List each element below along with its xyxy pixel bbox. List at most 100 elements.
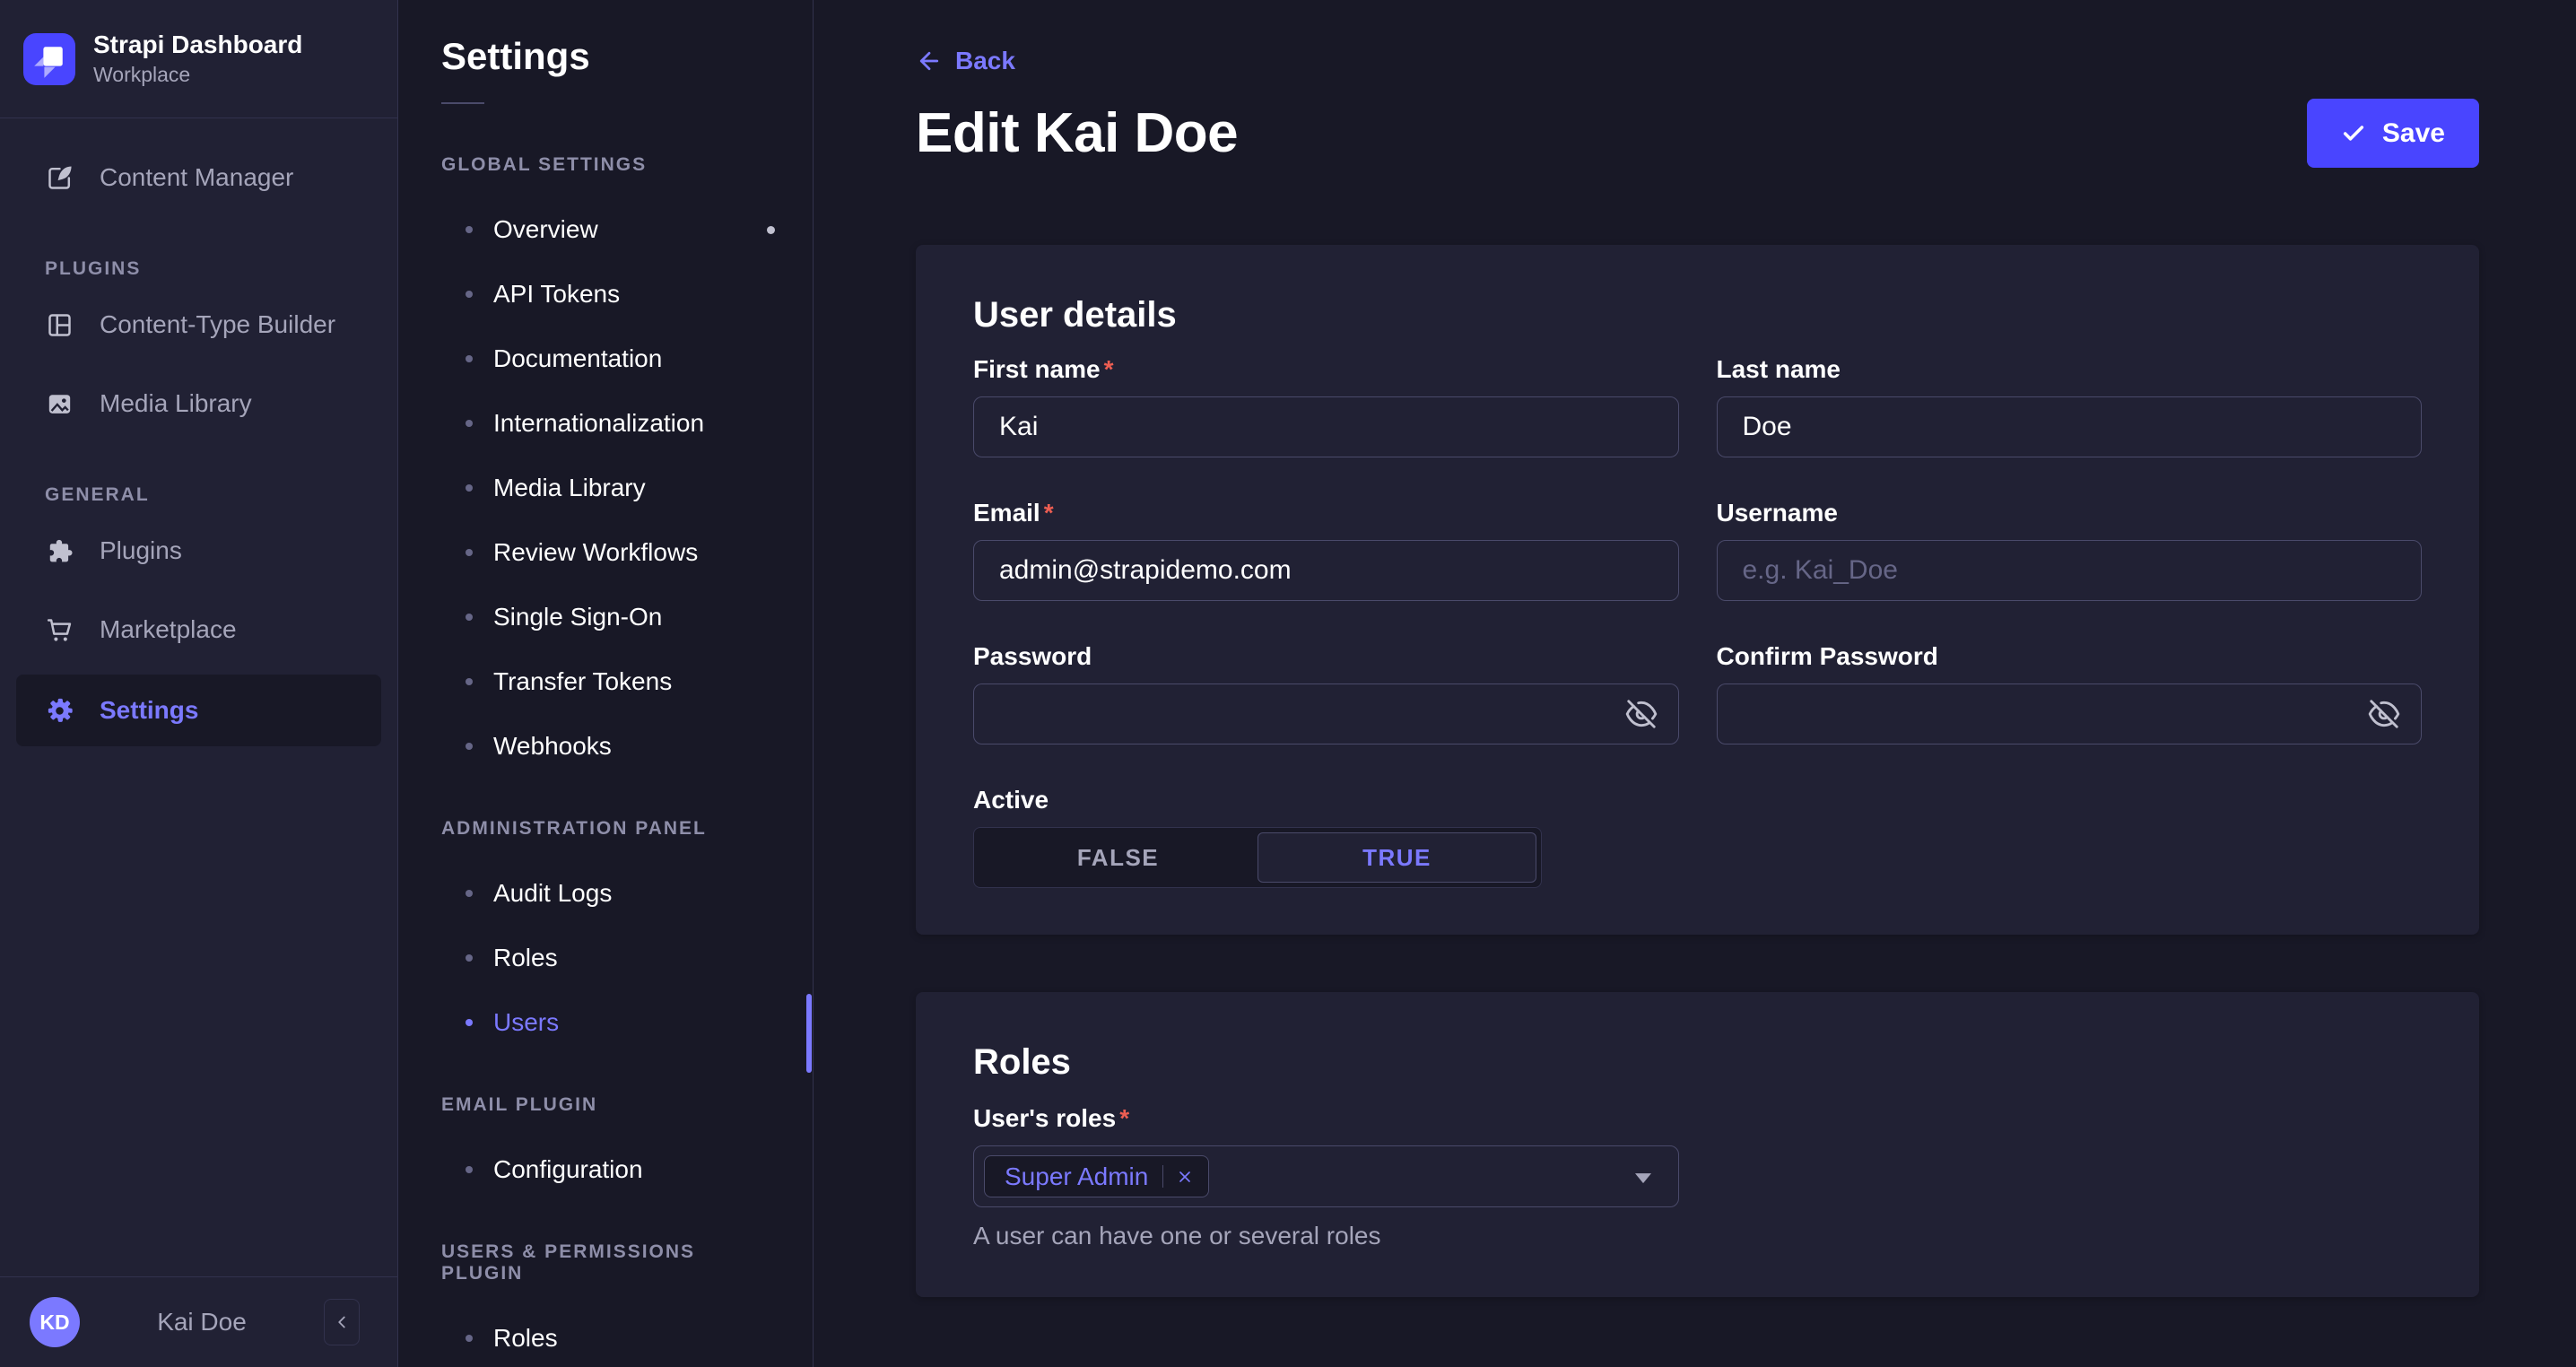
subnav-item-label: API Tokens	[493, 280, 620, 309]
subnav-item-single-sign-on[interactable]: Single Sign-On	[398, 585, 813, 649]
subnav-item-audit-logs[interactable]: Audit Logs	[398, 861, 813, 926]
sidebar-item-label: Plugins	[100, 536, 182, 565]
username-label: Username	[1717, 499, 2423, 527]
subnav-groups: GLOBAL SETTINGSOverviewAPI TokensDocumen…	[398, 154, 813, 1367]
pen-square-icon	[45, 163, 74, 193]
active-toggle[interactable]: FALSE TRUE	[973, 827, 1542, 888]
subnav-item-configuration[interactable]: Configuration	[398, 1137, 813, 1202]
back-label: Back	[955, 47, 1015, 75]
subnav-item-review-workflows[interactable]: Review Workflows	[398, 520, 813, 585]
sidebar-item-content-manager[interactable]: Content Manager	[0, 138, 397, 217]
main-navigation: Content Manager PLUGINS Content-Type Bui…	[0, 118, 397, 746]
arrow-left-icon	[916, 48, 943, 74]
bullet-icon	[466, 549, 473, 556]
subnav-item-webhooks[interactable]: Webhooks	[398, 714, 813, 779]
first-name-input[interactable]	[973, 396, 1679, 457]
avatar[interactable]: KD	[30, 1297, 80, 1347]
toggle-password-visibility-button[interactable]	[2359, 689, 2409, 739]
active-label: Active	[973, 786, 2422, 814]
settings-subnav: Settings GLOBAL SETTINGSOverviewAPI Toke…	[398, 0, 814, 1367]
divider	[441, 102, 484, 104]
subnav-group: EMAIL PLUGIN Configuration	[398, 1094, 813, 1202]
bullet-icon	[466, 1166, 473, 1173]
subnav-item-label: Single Sign-On	[493, 603, 662, 631]
cart-icon	[45, 615, 74, 645]
sidebar-item-marketplace[interactable]: Marketplace	[0, 590, 397, 669]
toggle-option-true[interactable]: TRUE	[1258, 832, 1536, 883]
save-button[interactable]: Save	[2307, 99, 2479, 168]
subnav-item-media-library[interactable]: Media Library	[398, 456, 813, 520]
first-name-field: First name*	[973, 355, 1679, 457]
subnav-group-label: ADMINISTRATION PANEL	[441, 818, 770, 840]
roles-helper-text: A user can have one or several roles	[973, 1222, 2422, 1250]
workspace-subtitle: Workplace	[93, 63, 302, 87]
subnav-group-label: EMAIL PLUGIN	[441, 1094, 770, 1116]
bullet-icon	[466, 1019, 473, 1026]
subnav-group: USERS & PERMISSIONS PLUGIN Roles	[398, 1241, 813, 1367]
username-input[interactable]	[1717, 540, 2423, 601]
remove-role-button[interactable]	[1163, 1168, 1208, 1186]
subnav-item-roles[interactable]: Roles	[398, 1306, 813, 1367]
subnav-item-label: Transfer Tokens	[493, 667, 672, 696]
user-details-title: User details	[973, 295, 2422, 335]
chevron-down-icon	[1635, 1173, 1651, 1183]
sidebar-section-plugins: PLUGINS	[0, 258, 397, 280]
subnav-item-overview[interactable]: Overview	[398, 197, 813, 262]
sidebar-item-content-type-builder[interactable]: Content-Type Builder	[0, 285, 397, 364]
subnav-scrollbar-thumb[interactable]	[806, 994, 812, 1073]
subnav-item-label: Internationalization	[493, 409, 704, 438]
subnav-item-api-tokens[interactable]: API Tokens	[398, 262, 813, 327]
bullet-icon	[466, 614, 473, 621]
subnav-item-label: Documentation	[493, 344, 662, 373]
toggle-password-visibility-button[interactable]	[1616, 689, 1667, 739]
sidebar-item-label: Media Library	[100, 389, 252, 418]
sidebar-item-settings[interactable]: Settings	[16, 675, 381, 746]
bullet-icon	[466, 226, 473, 233]
role-tags: Super Admin	[984, 1155, 1209, 1197]
bullet-icon	[466, 890, 473, 897]
main-sidebar: Strapi Dashboard Workplace Content Manag…	[0, 0, 398, 1367]
subnav-item-label: Overview	[493, 215, 598, 244]
email-label: Email*	[973, 499, 1679, 527]
check-icon	[2341, 121, 2366, 146]
bullet-icon	[466, 484, 473, 492]
required-asterisk: *	[1119, 1104, 1129, 1132]
email-input[interactable]	[973, 540, 1679, 601]
main-content: Back Edit Kai Doe Save User details Firs…	[814, 0, 2576, 1367]
user-roles-select[interactable]: Super Admin	[973, 1145, 1679, 1207]
image-icon	[45, 389, 74, 419]
password-label: Password	[973, 642, 1679, 671]
collapse-sidebar-button[interactable]	[324, 1299, 360, 1345]
subnav-item-label: Webhooks	[493, 732, 612, 761]
subnav-item-roles[interactable]: Roles	[398, 926, 813, 990]
back-link[interactable]: Back	[916, 47, 1015, 75]
subnav-group-label: USERS & PERMISSIONS PLUGIN	[441, 1241, 770, 1284]
bullet-icon	[466, 355, 473, 362]
last-name-input[interactable]	[1717, 396, 2423, 457]
password-field: Password	[973, 642, 1679, 744]
sidebar-item-plugins[interactable]: Plugins	[0, 511, 397, 590]
subnav-item-label: Configuration	[493, 1155, 643, 1184]
user-details-card: User details First name* Last name Email…	[916, 245, 2479, 935]
email-field: Email*	[973, 499, 1679, 601]
subnav-item-label: Roles	[493, 1324, 558, 1353]
subnav-group: ADMINISTRATION PANEL Audit Logs RolesUsers	[398, 818, 813, 1055]
sidebar-item-media-library[interactable]: Media Library	[0, 364, 397, 443]
subnav-item-internationalization[interactable]: Internationalization	[398, 391, 813, 456]
subnav-item-users[interactable]: Users	[398, 990, 813, 1055]
subnav-item-transfer-tokens[interactable]: Transfer Tokens	[398, 649, 813, 714]
last-name-field: Last name	[1717, 355, 2423, 457]
password-input[interactable]	[973, 684, 1679, 744]
user-roles-label: User's roles*	[973, 1104, 2422, 1133]
close-icon	[1176, 1168, 1194, 1186]
subnav-item-documentation[interactable]: Documentation	[398, 327, 813, 391]
toggle-option-false[interactable]: FALSE	[979, 832, 1258, 883]
confirm-password-input[interactable]	[1717, 684, 2423, 744]
sidebar-section-general: GENERAL	[0, 484, 397, 506]
required-asterisk: *	[1104, 355, 1114, 383]
eye-off-icon	[2367, 697, 2401, 731]
notification-dot	[767, 226, 775, 234]
subnav-item-label: Audit Logs	[493, 879, 612, 908]
strapi-logo-icon	[23, 33, 75, 85]
first-name-label: First name*	[973, 355, 1679, 384]
